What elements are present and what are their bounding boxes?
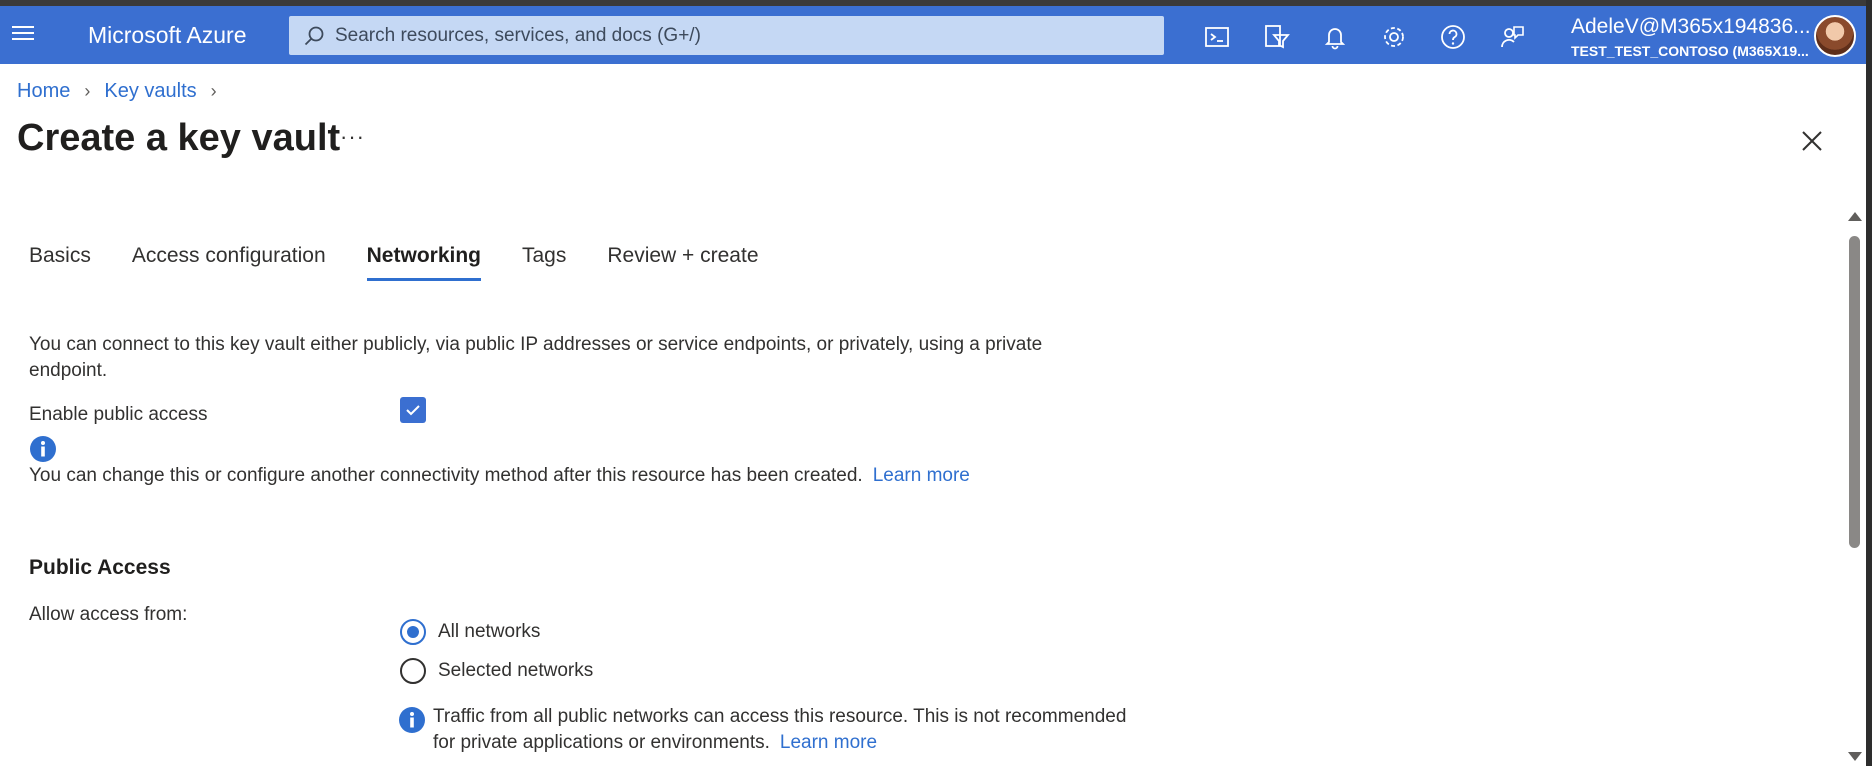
tab-review-create[interactable]: Review + create: [607, 244, 758, 281]
enable-public-access-checkbox[interactable]: [400, 397, 426, 423]
tab-basics[interactable]: Basics: [29, 244, 91, 281]
breadcrumb-key-vaults[interactable]: Key vaults: [104, 80, 196, 103]
directory-filter-icon[interactable]: [1262, 23, 1290, 51]
chevron-right-icon: ›: [84, 81, 91, 101]
public-access-heading: Public Access: [29, 556, 171, 579]
more-options-icon[interactable]: ···: [340, 124, 365, 150]
settings-icon[interactable]: [1380, 23, 1408, 51]
radio-selected-icon: [400, 619, 426, 645]
tab-networking[interactable]: Networking: [366, 244, 481, 281]
networking-description: You can connect to this key vault either…: [29, 334, 1043, 381]
brand-title[interactable]: Microsoft Azure: [88, 22, 247, 49]
allow-access-label: Allow access from:: [29, 604, 188, 625]
radio-unselected-icon: [400, 658, 426, 684]
help-icon[interactable]: [1439, 23, 1467, 51]
account-user: AdeleV@M365x194836...: [1571, 15, 1811, 38]
scroll-down-icon[interactable]: [1848, 752, 1862, 761]
learn-more-link[interactable]: Learn more: [873, 465, 970, 486]
search-icon: [304, 26, 324, 45]
avatar[interactable]: [1814, 15, 1856, 57]
cloud-shell-icon[interactable]: [1203, 23, 1231, 51]
enable-public-access-label: Enable public access: [29, 404, 208, 425]
info-note: You can change this or configure another…: [29, 465, 970, 487]
all-networks-warning: Traffic from all public networks can acc…: [433, 704, 1153, 756]
breadcrumb-home[interactable]: Home: [17, 80, 70, 103]
notifications-icon[interactable]: [1321, 23, 1349, 51]
wizard-tabs: Basics Access configuration Networking T…: [29, 244, 800, 281]
window-edge: [1866, 0, 1872, 766]
account-tenant: TEST_TEST_CONTOSO (M365X19...: [1571, 43, 1809, 59]
info-icon: [399, 707, 425, 733]
account-menu[interactable]: AdeleV@M365x194836... TEST_TEST_CONTOSO …: [1571, 15, 1811, 59]
tab-tags[interactable]: Tags: [522, 244, 566, 281]
global-search[interactable]: [289, 16, 1164, 55]
close-icon[interactable]: [1799, 128, 1825, 154]
feedback-icon[interactable]: [1498, 23, 1526, 51]
checkmark-icon: [406, 405, 420, 416]
chevron-right-icon: ›: [210, 81, 217, 101]
azure-top-bar: Microsoft Azure AdeleV@M365x194836... TE: [0, 6, 1872, 64]
breadcrumb: Home › Key vaults ›: [17, 80, 231, 103]
menu-icon[interactable]: [10, 22, 36, 46]
search-input[interactable]: [335, 24, 1135, 47]
page-title: Create a key vault: [17, 117, 341, 159]
scroll-thumb[interactable]: [1849, 236, 1860, 548]
radio-all-networks[interactable]: All networks: [400, 619, 540, 645]
tab-access-configuration[interactable]: Access configuration: [132, 244, 326, 281]
info-icon: [30, 436, 56, 462]
radio-all-networks-label: All networks: [438, 621, 541, 642]
radio-selected-networks-label: Selected networks: [438, 660, 594, 681]
scroll-up-icon[interactable]: [1848, 212, 1862, 221]
info-note-text: You can change this or configure another…: [29, 465, 863, 486]
radio-selected-networks[interactable]: Selected networks: [400, 658, 593, 684]
learn-more-link[interactable]: Learn more: [780, 732, 877, 753]
